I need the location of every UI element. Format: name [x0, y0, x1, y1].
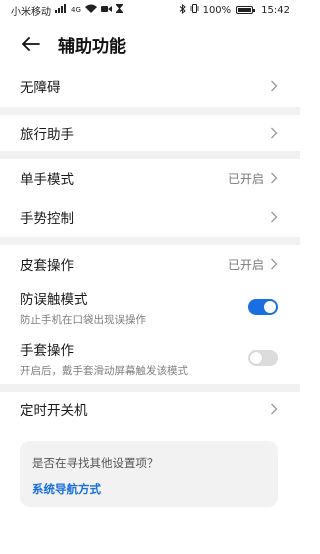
- vibrate-icon: [190, 4, 199, 16]
- carrier-label: 小米移动: [11, 6, 51, 18]
- battery-icon: [236, 6, 256, 14]
- battery-fill: [238, 8, 252, 12]
- network-type-label: 4G: [71, 5, 81, 14]
- row-scheduled-power[interactable]: 定时开关机: [0, 391, 300, 427]
- row-label: 旅行助手: [20, 127, 74, 143]
- signal-icon: [55, 4, 67, 16]
- chevron-right-icon: [271, 80, 278, 92]
- section-divider: [0, 237, 300, 245]
- page-title: 辅助功能: [58, 36, 126, 57]
- row-gesture-control[interactable]: 手势控制: [0, 199, 300, 235]
- arrow-left-icon: [22, 37, 40, 51]
- row-label: 皮套操作: [20, 258, 74, 274]
- row-label: 防误触模式: [20, 291, 88, 308]
- glove-mode-toggle[interactable]: [248, 350, 278, 366]
- row-one-hand-mode[interactable]: 单手模式 已开启: [0, 160, 300, 196]
- suggestion-card: 是否在寻找其他设置项？ 系统导航方式: [20, 441, 278, 507]
- back-button[interactable]: [20, 33, 42, 55]
- row-value: 已开启: [227, 171, 264, 186]
- row-label: 定时开关机: [20, 403, 88, 419]
- row-travel-assistant[interactable]: 旅行助手: [0, 115, 300, 151]
- row-glove-mode: 手套操作 开启后，戴手套滑动屏幕触发该模式: [0, 336, 300, 380]
- toggle-knob: [250, 352, 262, 364]
- page-header: 辅助功能: [0, 28, 300, 60]
- chevron-right-icon: [271, 172, 278, 184]
- video-icon: [100, 5, 112, 16]
- row-label: 无障碍: [20, 80, 61, 96]
- row-description: 防止手机在口袋出现误操作: [20, 313, 146, 326]
- row-description: 开启后，戴手套滑动屏幕触发该模式: [20, 364, 188, 377]
- row-cover-operation[interactable]: 皮套操作 已开启: [0, 246, 300, 282]
- toggle-knob: [264, 301, 276, 313]
- bluetooth-icon: [179, 3, 186, 17]
- row-labels: 手套操作 开启后，戴手套滑动屏幕触发该模式: [20, 339, 248, 378]
- chevron-right-icon: [271, 211, 278, 223]
- status-bar: 小米移动 4G 100% 15:42: [0, 0, 300, 20]
- system-navigation-link[interactable]: 系统导航方式: [32, 481, 101, 497]
- row-label: 单手模式: [20, 172, 74, 188]
- row-label: 手势控制: [20, 211, 74, 227]
- row-pocket-mode: 防误触模式 防止手机在口袋出现误操作: [0, 285, 300, 329]
- chevron-right-icon: [271, 403, 278, 415]
- battery-percent: 100%: [202, 4, 232, 16]
- wifi-icon: [84, 4, 97, 16]
- pocket-mode-toggle[interactable]: [248, 299, 278, 315]
- clock: 15:42: [261, 4, 290, 16]
- row-value: 已开启: [227, 257, 264, 272]
- chevron-right-icon: [271, 127, 278, 139]
- suggestion-question: 是否在寻找其他设置项？: [32, 456, 159, 470]
- row-labels: 防误触模式 防止手机在口袋出现误操作: [20, 288, 248, 327]
- section-divider: [0, 151, 300, 159]
- row-label: 手套操作: [20, 342, 74, 359]
- hourglass-icon: [115, 4, 123, 16]
- row-accessibility[interactable]: 无障碍: [0, 68, 300, 104]
- chevron-right-icon: [271, 258, 278, 270]
- section-divider: [0, 107, 300, 115]
